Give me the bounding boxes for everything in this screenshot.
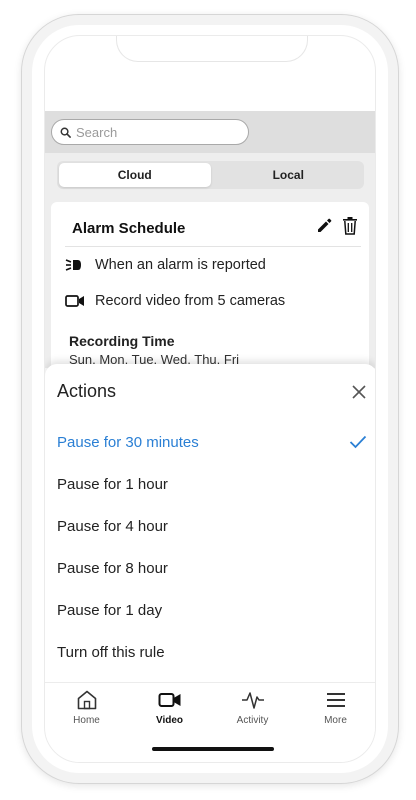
home-icon (77, 690, 96, 710)
video-camera-icon (65, 295, 84, 307)
video-icon (158, 693, 180, 707)
action-pause-8-hour[interactable]: Pause for 8 hour (57, 553, 367, 583)
action-label: Pause for 1 hour (57, 475, 168, 493)
action-turn-off-rule[interactable]: Turn off this rule (57, 637, 367, 667)
tab-activity-label: Activity (236, 715, 269, 726)
action-pause-1-day[interactable]: Pause for 1 day (57, 595, 367, 625)
siren-alarm-icon (65, 259, 81, 271)
phone-screen: Search Cloud Local Alarm Schedule When a… (44, 35, 376, 763)
search-input[interactable]: Search (51, 119, 249, 145)
tab-activity[interactable]: Activity (211, 683, 294, 733)
action-pause-30-minutes[interactable]: Pause for 30 minutes (57, 427, 367, 457)
rule-list-area: Alarm Schedule When an alarm is reported… (45, 198, 375, 382)
checkmark-icon (349, 435, 367, 449)
alarm-schedule-card[interactable]: Alarm Schedule When an alarm is reported… (51, 202, 369, 382)
segment-cloud[interactable]: Cloud (59, 163, 211, 187)
action-label: Turn off this rule (57, 643, 165, 661)
search-icon (60, 127, 71, 138)
bottom-tab-bar: Home Video Activity More (45, 682, 375, 733)
record-row: Record video from 5 cameras (65, 293, 285, 309)
trigger-row: When an alarm is reported (65, 257, 266, 273)
recording-time-label: Recording Time (69, 333, 175, 349)
close-icon[interactable] (349, 382, 369, 402)
notch (116, 36, 308, 62)
action-label: Pause for 8 hour (57, 559, 168, 577)
sheet-title: Actions (57, 381, 117, 401)
card-divider (65, 246, 361, 247)
edit-pencil-icon[interactable] (315, 216, 333, 234)
tab-video[interactable]: Video (128, 683, 211, 733)
tab-home-label: Home (73, 715, 100, 726)
tab-more-label: More (324, 715, 347, 726)
card-actions (315, 216, 359, 235)
activity-icon (241, 692, 264, 709)
tab-video-label: Video (155, 715, 184, 726)
action-label: Pause for 1 day (57, 601, 163, 619)
action-pause-1-hour[interactable]: Pause for 1 hour (57, 469, 367, 499)
card-title: Alarm Schedule (72, 220, 186, 237)
search-bar-area: Search (45, 111, 375, 153)
actions-bottom-sheet: Actions Pause for 30 minutes Pause for 1… (45, 364, 375, 762)
tab-more[interactable]: More (294, 683, 375, 733)
menu-icon (326, 693, 345, 707)
storage-segment-area: Cloud Local (45, 153, 375, 198)
segment-local[interactable]: Local (213, 161, 365, 189)
home-indicator[interactable] (152, 747, 274, 751)
record-text: Record video from 5 cameras (95, 293, 286, 309)
storage-segmented-control: Cloud Local (57, 161, 364, 189)
trash-icon[interactable] (341, 216, 359, 235)
action-label: Pause for 4 hour (57, 517, 168, 535)
tab-home[interactable]: Home (45, 683, 128, 733)
action-pause-4-hour[interactable]: Pause for 4 hour (57, 511, 367, 541)
action-label: Pause for 30 minutes (57, 433, 199, 451)
search-placeholder: Search (76, 124, 118, 140)
trigger-text: When an alarm is reported (95, 257, 266, 273)
